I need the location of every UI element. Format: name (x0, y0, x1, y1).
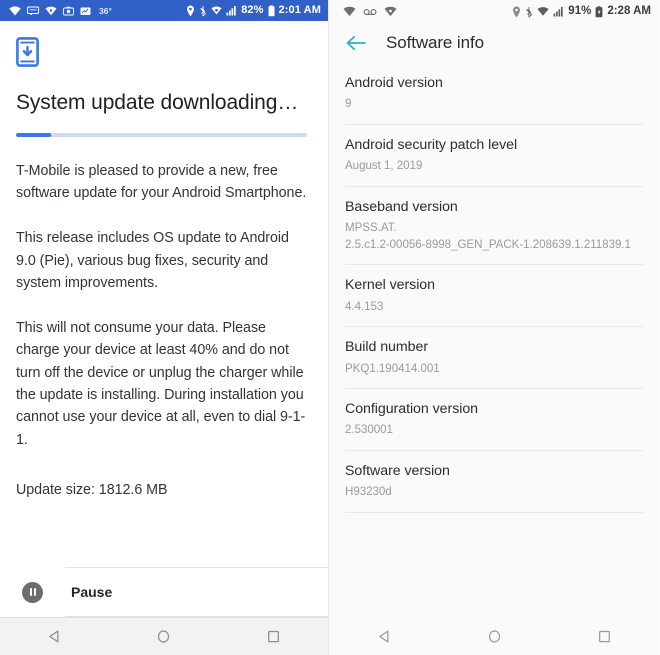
list-item-label: Android version (345, 75, 443, 91)
left-status-system-icons: 82% 2:01 AM (186, 5, 321, 17)
dual-screenshot-container: 36° 82% 2:01 AM System update downloadin… (0, 0, 660, 655)
list-item-label: Build number (345, 339, 428, 356)
list-item[interactable]: Configuration version 2.530001 (345, 389, 643, 451)
signal-icon (226, 5, 237, 16)
download-progress-bar (16, 132, 307, 137)
right-navigation-bar (329, 617, 659, 655)
voicemail-icon (363, 8, 377, 16)
bluetooth-icon (525, 6, 533, 18)
list-item-label: Android security patch level (345, 136, 518, 153)
list-item[interactable]: Build number PKQ1.190414.001 (345, 327, 643, 389)
system-update-download-icon (16, 37, 312, 72)
back-triangle-icon[interactable] (25, 618, 85, 655)
vpn-key-icon (211, 5, 222, 16)
list-item-value: PKQ1.190414.001 (345, 361, 440, 375)
wifi-icon (9, 5, 21, 16)
clock-label: 2:28 AM (607, 4, 651, 17)
camera-icon (63, 6, 74, 16)
left-navigation-bar (0, 617, 328, 655)
page-title: System update downloading… (16, 91, 299, 114)
software-info-list: Android version 9 Android security patch l… (329, 63, 659, 617)
list-item-value: H93230d (345, 485, 392, 499)
list-item-label: Software version (345, 462, 450, 479)
list-item[interactable]: Android security patch level August 1, 20… (345, 125, 643, 187)
signal-icon (553, 6, 564, 17)
home-circle-icon[interactable] (464, 617, 524, 655)
vpn-icon (384, 6, 397, 17)
right-phone-screen: 91% 2:28 AM Software info Android versio… (329, 0, 659, 655)
list-item[interactable]: Kernel version 4.4.153 (345, 265, 643, 328)
battery-percent-label: 82% (241, 4, 264, 16)
right-status-system-icons: 91% 2:28 AM (512, 4, 651, 18)
clock-label: 2:01 AM (278, 4, 321, 16)
left-status-notification-icons: 36° (9, 6, 186, 16)
list-item-value: MPSS.AT. 2.5.c1.2-00056-8998_GEN_PACK-1.2… (345, 221, 631, 251)
bluetooth-icon (199, 5, 207, 17)
list-item[interactable]: Baseband version MPSS.AT. 2.5.c1.2-00056-8… (345, 187, 643, 266)
battery-percent-label: 91% (568, 4, 592, 17)
right-status-notification-icons (343, 6, 512, 17)
location-icon (512, 6, 521, 18)
pause-button-label: Pause (71, 584, 113, 600)
download-progress-fill (16, 132, 51, 137)
pause-action-zone: Pause (0, 567, 328, 617)
list-item-value: 4.4.153 (345, 299, 384, 313)
system-update-content: System update downloading… T-Mobile is p… (0, 21, 328, 617)
update-paragraph-1: T-Mobile is pleased to provide a new, fr… (16, 162, 307, 201)
list-item-value: August 1, 2019 (345, 159, 423, 173)
temperature-indicator: 36° (99, 5, 112, 16)
wifi-icon (537, 6, 549, 17)
vpn-icon (45, 6, 57, 16)
location-icon (186, 5, 195, 17)
pause-button[interactable]: Pause (0, 568, 328, 616)
chart-icon (80, 6, 91, 16)
wifi-icon (343, 6, 356, 17)
app-bar: Software info (329, 23, 659, 63)
list-item-label: Baseband version (345, 198, 458, 215)
battery-icon (268, 4, 275, 17)
left-phone-screen: 36° 82% 2:01 AM System update downloadin… (0, 0, 329, 655)
update-size-label: Update size: 1812.6 MB (16, 481, 168, 498)
sms-icon (27, 6, 39, 15)
list-item-label: Configuration version (345, 400, 479, 417)
divider-below-pause (65, 616, 328, 617)
right-status-bar: 91% 2:28 AM (329, 0, 659, 23)
list-item-label: Kernel version (345, 277, 435, 294)
back-triangle-icon[interactable] (354, 617, 414, 655)
page-title: Software info (386, 33, 484, 52)
left-status-bar: 36° 82% 2:01 AM (0, 0, 328, 21)
update-paragraph-2: This release includes OS update to Andro… (16, 230, 289, 291)
home-circle-icon[interactable] (134, 618, 194, 655)
recents-square-icon[interactable] (574, 617, 634, 655)
battery-icon (595, 5, 603, 18)
list-item[interactable]: Software version H93230d (345, 451, 643, 513)
recents-square-icon[interactable] (243, 618, 303, 655)
back-arrow-icon[interactable] (345, 34, 367, 52)
update-paragraph-3: This will not consume your data. Please … (16, 320, 306, 448)
list-item[interactable]: Android version 9 (345, 63, 643, 125)
list-item-value: 2.530001 (345, 423, 393, 437)
list-item-value: 9 (345, 97, 352, 111)
pause-icon (22, 581, 43, 603)
